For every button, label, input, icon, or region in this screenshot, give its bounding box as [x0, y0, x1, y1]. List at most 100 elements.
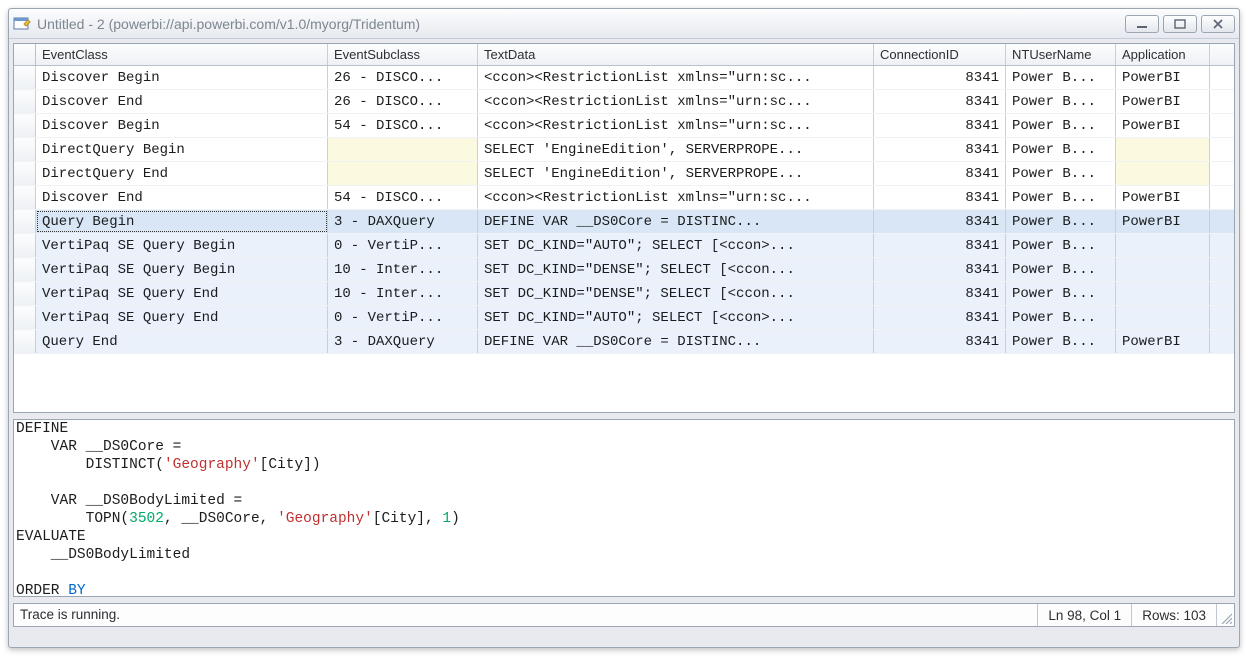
row-header[interactable] [14, 258, 36, 281]
cell-td[interactable]: <ccon><RestrictionList xmlns="urn:sc... [478, 66, 874, 89]
cell-nt[interactable]: Power B... [1006, 66, 1116, 89]
cell-nt[interactable]: Power B... [1006, 114, 1116, 137]
event-grid[interactable]: EventClass EventSubclass TextData Connec… [13, 43, 1235, 413]
row-header[interactable] [14, 210, 36, 233]
col-header-eventsubclass[interactable]: EventSubclass [328, 44, 478, 65]
cell-nt[interactable]: Power B... [1006, 186, 1116, 209]
cell-esc[interactable]: 26 - DISCO... [328, 66, 478, 89]
cell-nt[interactable]: Power B... [1006, 90, 1116, 113]
cell-cid[interactable]: 8341 [874, 138, 1006, 161]
cell-cid[interactable]: 8341 [874, 234, 1006, 257]
cell-td[interactable]: <ccon><RestrictionList xmlns="urn:sc... [478, 90, 874, 113]
cell-ec[interactable]: VertiPaq SE Query End [36, 306, 328, 329]
cell-esc[interactable] [328, 162, 478, 185]
row-header[interactable] [14, 138, 36, 161]
cell-app[interactable] [1116, 138, 1210, 161]
row-header[interactable] [14, 330, 36, 353]
cell-td[interactable]: SET DC_KIND="DENSE"; SELECT [<ccon... [478, 258, 874, 281]
cell-cid[interactable]: 8341 [874, 66, 1006, 89]
cell-td[interactable]: SET DC_KIND="AUTO"; SELECT [<ccon>... [478, 306, 874, 329]
row-header[interactable] [14, 66, 36, 89]
cell-cid[interactable]: 8341 [874, 162, 1006, 185]
detail-pane[interactable]: DEFINE VAR __DS0Core = DISTINCT('Geograp… [13, 419, 1235, 597]
cell-ec[interactable]: Query End [36, 330, 328, 353]
cell-cid[interactable]: 8341 [874, 282, 1006, 305]
row-header[interactable] [14, 306, 36, 329]
cell-app[interactable]: PowerBI [1116, 186, 1210, 209]
cell-ec[interactable]: VertiPaq SE Query Begin [36, 258, 328, 281]
col-header-ntusername[interactable]: NTUserName [1006, 44, 1116, 65]
cell-cid[interactable]: 8341 [874, 306, 1006, 329]
cell-nt[interactable]: Power B... [1006, 162, 1116, 185]
cell-nt[interactable]: Power B... [1006, 330, 1116, 353]
cell-esc[interactable]: 10 - Inter... [328, 282, 478, 305]
table-row[interactable]: DirectQuery End SELECT 'EngineEdition', … [14, 162, 1234, 186]
cell-cid[interactable]: 8341 [874, 114, 1006, 137]
table-row[interactable]: DirectQuery Begin SELECT 'EngineEdition'… [14, 138, 1234, 162]
row-header[interactable] [14, 234, 36, 257]
cell-ec[interactable]: Query Begin [36, 210, 328, 233]
cell-td[interactable]: DEFINE VAR __DS0Core = DISTINC... [478, 210, 874, 233]
cell-app[interactable]: PowerBI [1116, 210, 1210, 233]
cell-ec[interactable]: Discover Begin [36, 114, 328, 137]
titlebar[interactable]: Untitled - 2 (powerbi://api.powerbi.com/… [9, 9, 1239, 39]
cell-ec[interactable]: DirectQuery End [36, 162, 328, 185]
cell-nt[interactable]: Power B... [1006, 282, 1116, 305]
cell-ec[interactable]: Discover Begin [36, 66, 328, 89]
cell-esc[interactable]: 0 - VertiP... [328, 234, 478, 257]
cell-esc[interactable]: 3 - DAXQuery [328, 330, 478, 353]
cell-td[interactable]: SELECT 'EngineEdition', SERVERPROPE... [478, 138, 874, 161]
col-header-eventclass[interactable]: EventClass [36, 44, 328, 65]
cell-ec[interactable]: Discover End [36, 90, 328, 113]
col-header-connectionid[interactable]: ConnectionID [874, 44, 1006, 65]
cell-ec[interactable]: Discover End [36, 186, 328, 209]
table-row[interactable]: Discover End54 - DISCO...<ccon><Restrict… [14, 186, 1234, 210]
cell-ec[interactable]: VertiPaq SE Query End [36, 282, 328, 305]
cell-esc[interactable]: 54 - DISCO... [328, 114, 478, 137]
cell-app[interactable] [1116, 234, 1210, 257]
cell-cid[interactable]: 8341 [874, 258, 1006, 281]
grid-corner[interactable] [14, 44, 36, 65]
cell-cid[interactable]: 8341 [874, 186, 1006, 209]
table-row[interactable]: Discover Begin54 - DISCO...<ccon><Restri… [14, 114, 1234, 138]
cell-ec[interactable]: VertiPaq SE Query Begin [36, 234, 328, 257]
cell-app[interactable] [1116, 258, 1210, 281]
cell-app[interactable]: PowerBI [1116, 114, 1210, 137]
cell-td[interactable]: <ccon><RestrictionList xmlns="urn:sc... [478, 114, 874, 137]
col-header-application[interactable]: Application [1116, 44, 1210, 65]
cell-td[interactable]: SET DC_KIND="DENSE"; SELECT [<ccon... [478, 282, 874, 305]
table-row[interactable]: VertiPaq SE Query Begin0 - VertiP...SET … [14, 234, 1234, 258]
cell-esc[interactable]: 10 - Inter... [328, 258, 478, 281]
resize-grip[interactable] [1216, 604, 1234, 626]
row-header[interactable] [14, 162, 36, 185]
cell-app[interactable]: PowerBI [1116, 66, 1210, 89]
row-header[interactable] [14, 186, 36, 209]
cell-app[interactable] [1116, 162, 1210, 185]
cell-cid[interactable]: 8341 [874, 210, 1006, 233]
cell-nt[interactable]: Power B... [1006, 234, 1116, 257]
row-header[interactable] [14, 90, 36, 113]
cell-cid[interactable]: 8341 [874, 90, 1006, 113]
cell-esc[interactable]: 54 - DISCO... [328, 186, 478, 209]
minimize-button[interactable] [1125, 15, 1159, 33]
cell-td[interactable]: SET DC_KIND="AUTO"; SELECT [<ccon>... [478, 234, 874, 257]
cell-esc[interactable]: 26 - DISCO... [328, 90, 478, 113]
cell-nt[interactable]: Power B... [1006, 138, 1116, 161]
cell-td[interactable]: SELECT 'EngineEdition', SERVERPROPE... [478, 162, 874, 185]
cell-app[interactable]: PowerBI [1116, 90, 1210, 113]
table-row[interactable]: Query Begin3 - DAXQueryDEFINE VAR __DS0C… [14, 210, 1234, 234]
table-row[interactable]: VertiPaq SE Query End10 - Inter...SET DC… [14, 282, 1234, 306]
row-header[interactable] [14, 282, 36, 305]
cell-td[interactable]: DEFINE VAR __DS0Core = DISTINC... [478, 330, 874, 353]
table-row[interactable]: Discover End26 - DISCO...<ccon><Restrict… [14, 90, 1234, 114]
cell-app[interactable] [1116, 282, 1210, 305]
cell-ec[interactable]: DirectQuery Begin [36, 138, 328, 161]
cell-esc[interactable]: 3 - DAXQuery [328, 210, 478, 233]
cell-nt[interactable]: Power B... [1006, 258, 1116, 281]
cell-app[interactable] [1116, 306, 1210, 329]
cell-nt[interactable]: Power B... [1006, 210, 1116, 233]
cell-td[interactable]: <ccon><RestrictionList xmlns="urn:sc... [478, 186, 874, 209]
cell-esc[interactable]: 0 - VertiP... [328, 306, 478, 329]
row-header[interactable] [14, 114, 36, 137]
table-row[interactable]: VertiPaq SE Query End0 - VertiP...SET DC… [14, 306, 1234, 330]
